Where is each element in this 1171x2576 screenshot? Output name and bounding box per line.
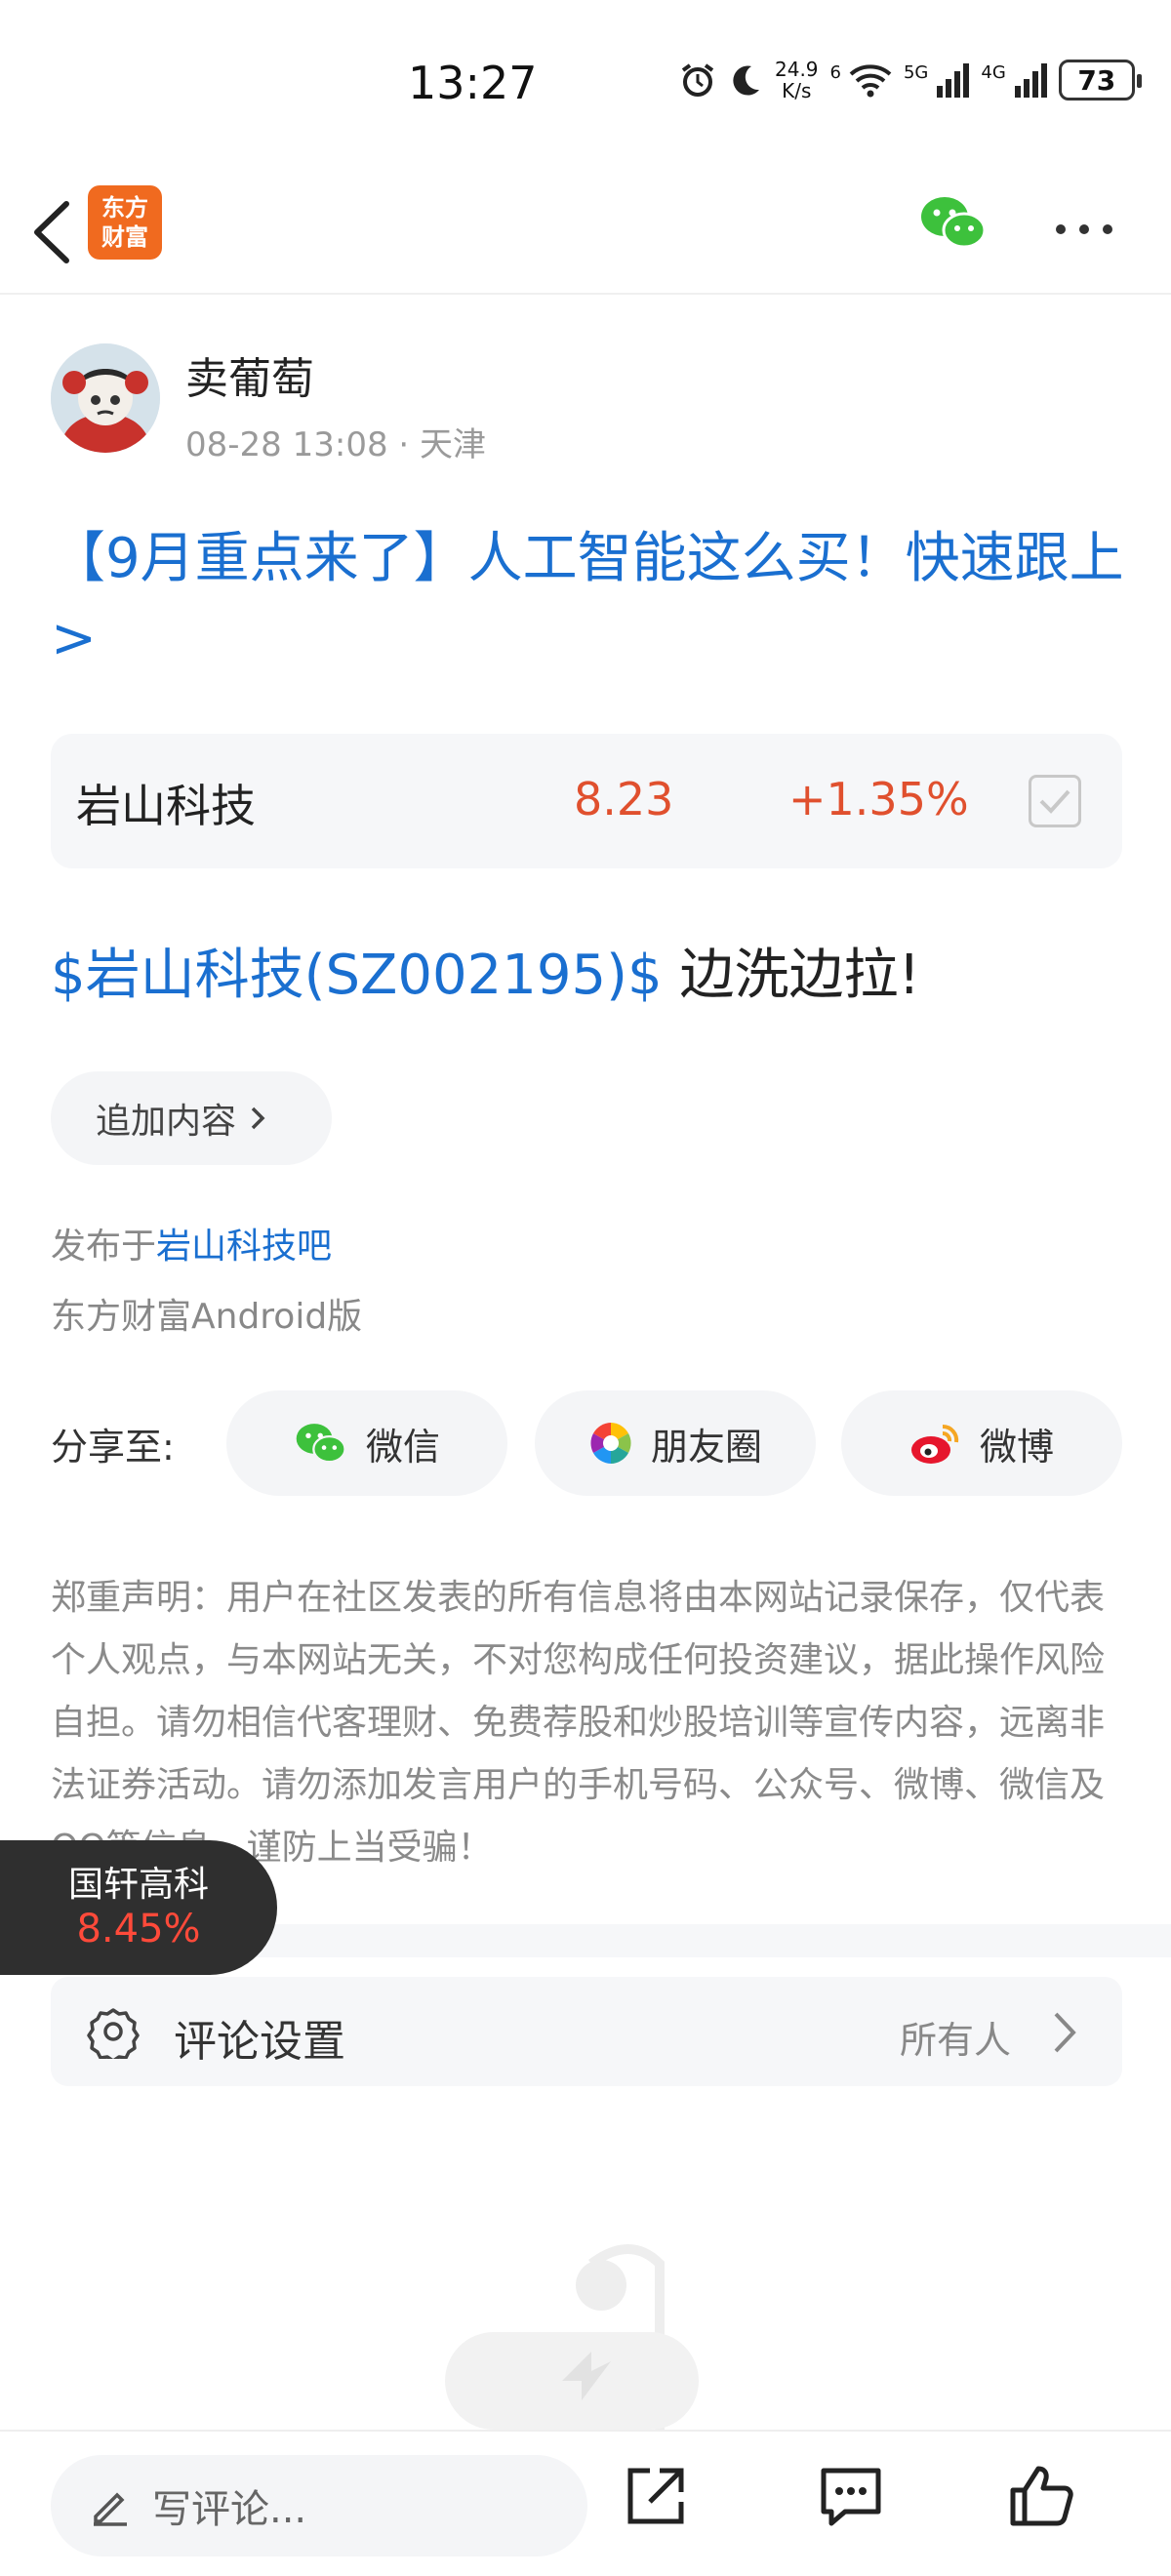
avatar-image	[51, 343, 160, 453]
stock-mention-link[interactable]: $岩山科技(SZ002195)$	[51, 944, 663, 1007]
comment-settings-value: 所有人	[900, 2019, 1012, 2062]
share-label: 分享至:	[51, 1426, 175, 1469]
floating-stock-change: 8.45%	[76, 1907, 201, 1952]
stock-name: 岩山科技	[76, 780, 256, 832]
client-source: 东方财富Android版	[51, 1297, 363, 1337]
network-speed: 24.9 K/s	[775, 58, 819, 102]
post-meta: 08-28 13:08 · 天津	[185, 425, 487, 464]
share-weibo-button[interactable]: 微博	[841, 1390, 1122, 1496]
check-icon	[1039, 789, 1070, 814]
share-moments-button[interactable]: 朋友圈	[535, 1390, 816, 1496]
disclaimer: 郑重声明：用户在社区发表的所有信息将由本网站记录保存，仅代表个人观点，与本网站无…	[51, 1578, 1106, 1868]
chevron-right-icon	[251, 1107, 265, 1130]
back-arrow-icon	[34, 201, 69, 263]
wechat-icon	[296, 1424, 346, 1464]
logo-text-line1: 东方	[101, 194, 148, 221]
post-title-link[interactable]: 【9月重点来了】人工智能这么买！快速跟上>	[51, 519, 1124, 679]
thumbs-up-icon[interactable]	[1007, 2461, 1077, 2531]
floating-stock-name: 国轩高科	[67, 1865, 209, 1905]
more-menu-button[interactable]	[1050, 215, 1118, 244]
chevron-right-icon	[1054, 2012, 1076, 2053]
status-bar: 13:27 24.9 K/s 6 5G 4G 73	[0, 0, 1171, 166]
bottom-action-bar: 写评论...	[0, 2430, 1171, 2576]
share-moments-label: 朋友圈	[650, 1425, 762, 1469]
more-dot	[1079, 224, 1089, 234]
comment-placeholder: 写评论...	[152, 2487, 307, 2532]
comment-settings-label: 评论设置	[174, 2017, 345, 2067]
signal-icon	[936, 62, 970, 98]
wechat-share-button[interactable]	[919, 193, 988, 252]
status-icons: 24.9 K/s 6 5G 4G 73	[679, 58, 1142, 102]
share-wechat-button[interactable]: 微信	[226, 1390, 507, 1496]
author-name[interactable]: 卖葡萄	[185, 343, 314, 406]
moments-icon	[590, 1423, 631, 1464]
comment-input[interactable]: 写评论...	[51, 2455, 587, 2556]
stock-card[interactable]: 岩山科技 8.23 +1.35%	[51, 734, 1122, 868]
share-weibo-label: 微博	[979, 1425, 1054, 1469]
top-nav: 东方 财富	[0, 166, 1171, 295]
sim2-label: 4G	[981, 62, 1006, 83]
wifi-label: 6	[829, 62, 841, 83]
avatar[interactable]	[51, 343, 160, 453]
share-icon[interactable]	[621, 2461, 691, 2531]
published-in: 发布于岩山科技吧	[51, 1218, 332, 1268]
stock-change: +1.35%	[788, 773, 969, 825]
moon-icon	[728, 62, 763, 98]
post-body-text: 边洗边拉!	[662, 944, 920, 1007]
more-dot	[1056, 224, 1066, 234]
wechat-icon	[921, 197, 987, 249]
append-content-label: 追加内容	[96, 1102, 237, 1142]
post-body: $岩山科技(SZ002195)$ 边洗边拉!	[51, 931, 920, 1010]
back-button[interactable]	[21, 193, 80, 271]
published-prefix: 发布于	[51, 1227, 157, 1267]
more-dot	[1103, 224, 1112, 234]
alarm-icon	[679, 61, 716, 99]
share-wechat-label: 微信	[365, 1425, 440, 1469]
floating-stock-tag[interactable]: 国轩高科 8.45%	[0, 1840, 277, 1975]
wifi-icon	[849, 62, 892, 98]
comment-settings-row[interactable]: 评论设置 所有人	[51, 1977, 1122, 2086]
status-time: 13:27	[408, 57, 538, 109]
logo-text-line2: 财富	[101, 223, 148, 251]
signal-icon	[1014, 62, 1047, 98]
weibo-icon	[910, 1424, 959, 1464]
append-content-button[interactable]: 追加内容	[51, 1071, 332, 1165]
stock-bar-link[interactable]: 岩山科技吧	[156, 1227, 332, 1267]
app-logo: 东方 财富	[88, 185, 162, 260]
sim1-label: 5G	[903, 62, 929, 83]
pencil-icon	[94, 2492, 127, 2526]
battery-indicator: 73	[1058, 60, 1142, 101]
gear-icon	[87, 2008, 140, 2059]
stock-price: 8.23	[574, 773, 674, 825]
comment-icon[interactable]	[816, 2461, 886, 2531]
empty-comments-illustration	[445, 2244, 699, 2430]
add-watchlist-checkbox[interactable]	[1029, 775, 1081, 827]
